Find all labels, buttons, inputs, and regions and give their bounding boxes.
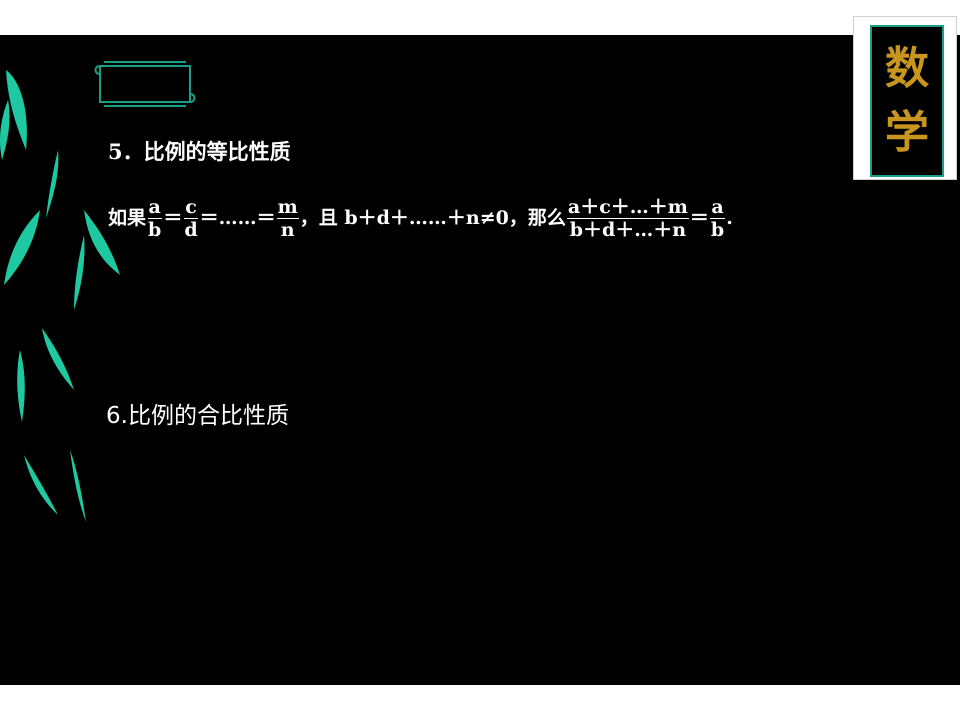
scroll-banner-icon bbox=[94, 61, 196, 107]
leaf-icon bbox=[46, 150, 59, 218]
top-margin bbox=[0, 0, 960, 35]
fraction-denominator: b bbox=[710, 218, 725, 241]
section5-heading: 5．比例的等比性质 bbox=[108, 139, 291, 164]
subject-badge: 数 学 bbox=[853, 16, 957, 180]
fraction-numerator: a bbox=[147, 195, 162, 219]
fraction-numerator: a bbox=[710, 195, 725, 219]
badge-char-2: 学 bbox=[885, 107, 929, 158]
leaf-icon bbox=[70, 450, 86, 522]
fraction-denominator: b bbox=[148, 218, 162, 241]
fraction-denominator: b＋d＋…＋n bbox=[569, 218, 687, 241]
formula-lead: 如果 bbox=[108, 207, 147, 229]
fraction-denominator: d bbox=[184, 218, 198, 241]
subject-badge-panel: 数 学 bbox=[870, 25, 944, 177]
proportion-formula: 如果 a b ＝ c d ＝……＝ m n ，且 b＋d＋……＋n≠0，那么 a… bbox=[108, 188, 733, 248]
leaf-icon bbox=[24, 455, 58, 515]
formula-condition: ，且 b＋d＋……＋n≠0，那么 bbox=[299, 207, 566, 229]
bottom-margin bbox=[0, 685, 960, 720]
section6-heading: 6.比例的合比性质 bbox=[106, 403, 289, 429]
formula-period: . bbox=[726, 207, 733, 229]
formula-equals: ＝ bbox=[689, 207, 709, 229]
formula-equals: ＝ bbox=[163, 207, 183, 229]
fraction-numerator: c bbox=[184, 195, 198, 219]
fraction-a-b: a b bbox=[147, 196, 162, 241]
leaf-icon bbox=[42, 328, 74, 390]
formula-equals-ellipsis: ＝……＝ bbox=[199, 207, 276, 229]
slide-background bbox=[0, 35, 960, 685]
fraction-a-b-result: a b bbox=[710, 196, 725, 241]
leaf-icon bbox=[4, 210, 40, 285]
fraction-numerator: a＋c＋…＋m bbox=[566, 195, 689, 219]
fraction-sum: a＋c＋…＋m b＋d＋…＋n bbox=[566, 195, 689, 241]
leaf-icon bbox=[17, 350, 25, 422]
subject-badge-text: 数 学 bbox=[872, 37, 942, 165]
leaf-icon bbox=[0, 100, 10, 160]
bamboo-leaves-decoration bbox=[0, 70, 120, 522]
fraction-c-d: c d bbox=[183, 196, 198, 241]
badge-char-1: 数 bbox=[885, 43, 929, 94]
leaf-icon bbox=[74, 235, 85, 310]
fraction-numerator: m bbox=[276, 195, 299, 219]
fraction-m-n: m n bbox=[276, 195, 299, 241]
fraction-denominator: n bbox=[280, 218, 295, 241]
